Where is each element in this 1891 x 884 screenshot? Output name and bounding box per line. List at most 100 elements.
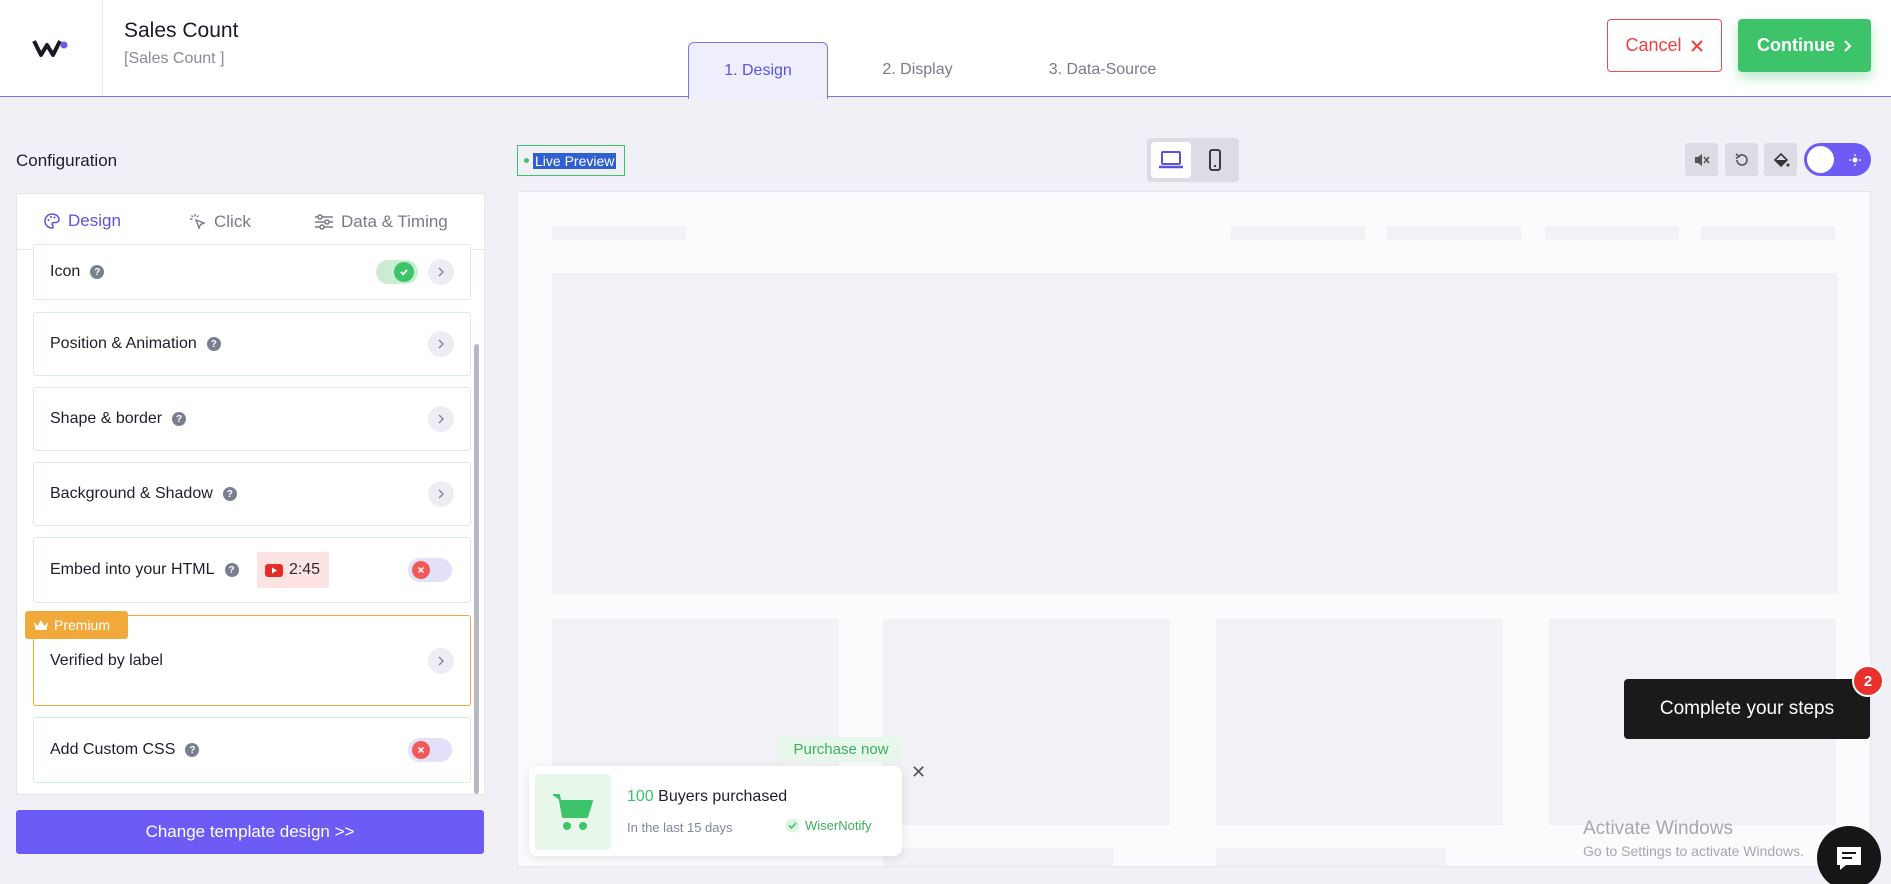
- cancel-button[interactable]: Cancel: [1607, 19, 1722, 72]
- tab-data-source[interactable]: 3. Data-Source: [1030, 42, 1175, 98]
- tab-display[interactable]: 2. Display: [850, 42, 985, 98]
- row-label: Position & Animation: [50, 335, 197, 352]
- mute-icon: [1694, 153, 1710, 166]
- buyer-count: 100: [627, 788, 654, 805]
- notification-timeframe: In the last 15 days: [627, 820, 733, 835]
- desktop-view-button[interactable]: [1151, 142, 1191, 178]
- live-preview-text: Live Preview: [533, 152, 617, 169]
- skeleton-bar: [552, 226, 686, 240]
- live-dot-icon: [524, 158, 529, 163]
- premium-label: Premium: [54, 617, 111, 633]
- premium-badge: Premium: [25, 611, 128, 639]
- help-icon[interactable]: ?: [90, 265, 105, 279]
- skeleton-bar: [1545, 226, 1679, 240]
- chevron-right-icon[interactable]: [428, 647, 454, 674]
- chevron-right-icon: [1844, 39, 1852, 52]
- skeleton-card: [1216, 619, 1503, 825]
- config-row-icon[interactable]: Icon ?: [33, 244, 471, 300]
- notification-headline: 100 Buyers purchased: [627, 788, 787, 806]
- refresh-icon: [1734, 152, 1748, 166]
- continue-button[interactable]: Continue: [1738, 19, 1871, 72]
- row-label: Icon: [50, 263, 81, 280]
- click-icon: [190, 214, 206, 230]
- skeleton-bar: [1216, 848, 1446, 866]
- row-label: Add Custom CSS: [50, 741, 176, 758]
- help-icon[interactable]: ?: [172, 412, 187, 426]
- laptop-icon: [1159, 151, 1183, 169]
- mobile-icon: [1209, 149, 1221, 171]
- replay-button[interactable]: [1725, 143, 1758, 176]
- top-header: Sales Count [Sales Count ] 1. Design 2. …: [0, 0, 1891, 99]
- paint-bucket-icon: [1773, 152, 1789, 167]
- video-tutorial-badge[interactable]: 2:45: [256, 552, 329, 588]
- check-icon: [394, 262, 414, 282]
- embed-html-toggle[interactable]: [408, 558, 452, 582]
- x-icon: [412, 741, 430, 759]
- config-subtabs: Design Click Data & Timing: [17, 194, 484, 250]
- config-row-embed-html[interactable]: Embed into your HTML ? 2:45: [33, 537, 471, 603]
- tab-design[interactable]: 1. Design: [688, 42, 828, 99]
- sun-icon: [1849, 154, 1861, 166]
- chevron-right-icon[interactable]: [428, 259, 454, 285]
- mobile-view-button[interactable]: [1195, 142, 1235, 178]
- subtab-data-timing-label: Data & Timing: [341, 212, 448, 231]
- chat-icon: [1837, 847, 1861, 870]
- chevron-right-icon[interactable]: [428, 331, 454, 357]
- windows-watermark-title: Activate Windows: [1583, 818, 1733, 839]
- wisernotify-brand[interactable]: WiserNotify: [785, 818, 871, 833]
- custom-css-toggle[interactable]: [408, 738, 452, 762]
- configuration-panel: Design Click Data & Timing Icon ? Positi…: [16, 193, 485, 795]
- chevron-right-icon[interactable]: [428, 406, 454, 432]
- complete-steps-button[interactable]: Complete your steps: [1624, 679, 1870, 739]
- help-icon[interactable]: ?: [185, 743, 200, 757]
- notification-text: Buyers purchased: [658, 788, 788, 805]
- brand-label: WiserNotify: [805, 818, 872, 833]
- config-row-background-shadow[interactable]: Background & Shadow ?: [33, 462, 471, 526]
- row-label: Background & Shadow: [50, 485, 213, 502]
- logo[interactable]: [0, 0, 103, 96]
- icon-toggle[interactable]: [376, 260, 418, 284]
- mute-button[interactable]: [1685, 143, 1718, 176]
- config-row-custom-css[interactable]: Add Custom CSS ?: [33, 717, 471, 783]
- verified-check-icon: [785, 818, 800, 833]
- subtab-design[interactable]: Design: [43, 194, 134, 250]
- subtab-click[interactable]: Click: [189, 194, 251, 250]
- steps-count-badge: 2: [1852, 665, 1884, 697]
- configuration-heading: Configuration: [16, 151, 118, 170]
- page-subtitle: [Sales Count ]: [124, 50, 225, 67]
- palette-icon: [44, 213, 60, 229]
- skeleton-bar: [1387, 226, 1521, 240]
- youtube-icon: [264, 563, 283, 577]
- help-icon[interactable]: ?: [222, 487, 237, 501]
- video-duration: 2:45: [288, 561, 321, 578]
- shopping-cart-icon: [553, 794, 593, 830]
- sliders-icon: [315, 214, 333, 230]
- subtab-design-label: Design: [68, 211, 121, 230]
- config-scrollbar[interactable]: [474, 344, 479, 794]
- config-row-shape-border[interactable]: Shape & border ?: [33, 387, 471, 451]
- purchase-now-button[interactable]: Purchase now: [780, 737, 902, 762]
- chevron-right-icon[interactable]: [428, 481, 454, 507]
- live-preview-label: Live Preview: [517, 145, 625, 176]
- close-icon: [1690, 39, 1703, 52]
- device-switcher: [1147, 138, 1239, 182]
- skeleton-hero: [552, 273, 1838, 594]
- subtab-click-label: Click: [214, 212, 251, 231]
- subtab-data-timing[interactable]: Data & Timing: [314, 194, 448, 250]
- paint-button[interactable]: [1764, 143, 1797, 176]
- help-icon[interactable]: ?: [206, 337, 221, 351]
- config-row-position-animation[interactable]: Position & Animation ?: [33, 312, 471, 376]
- skeleton-bar: [883, 848, 1113, 866]
- change-template-button[interactable]: Change template design >>: [16, 810, 484, 854]
- chat-button[interactable]: [1817, 826, 1881, 884]
- skeleton-bar: [1231, 226, 1365, 240]
- notification-popup[interactable]: 100 Buyers purchased In the last 15 days…: [529, 766, 902, 856]
- skeleton-bar: [1701, 226, 1835, 240]
- crown-icon: [34, 619, 48, 630]
- continue-label: Continue: [1757, 35, 1835, 55]
- toggle-knob: [1807, 146, 1834, 173]
- close-notification-icon[interactable]: ✕: [911, 762, 926, 783]
- row-label: Shape & border: [50, 410, 163, 427]
- help-icon[interactable]: ?: [224, 563, 239, 577]
- theme-toggle[interactable]: [1804, 143, 1871, 176]
